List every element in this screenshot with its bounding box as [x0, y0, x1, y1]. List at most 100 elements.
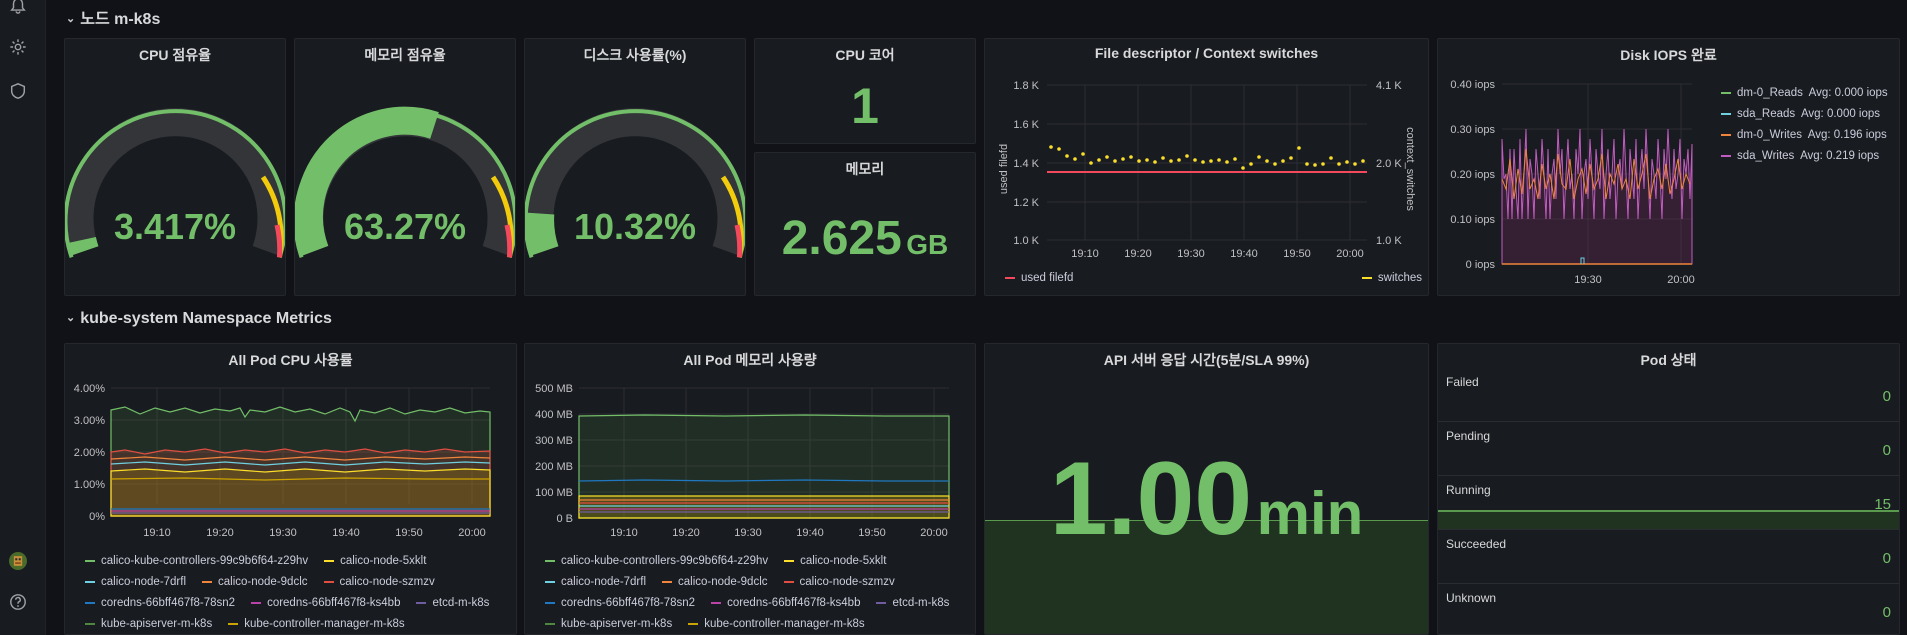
legend-item[interactable]: kube-apiserver-m-k8s — [545, 614, 673, 634]
iops-y-tick: 0.20 iops — [1450, 169, 1495, 181]
podcpu-x-tick: 20:00 — [458, 527, 486, 539]
legend-item[interactable]: calico-node-5xklt — [324, 551, 426, 572]
panel-title: API 서버 응답 시간(5분/SLA 99%) — [1103, 352, 1310, 368]
iops-x-tick: 19:30 — [1574, 274, 1602, 286]
legend-label: kube-apiserver-m-k8s — [101, 618, 213, 630]
memory-total-stat: 2.625 GB — [755, 211, 975, 266]
legend-swatch — [1005, 276, 1015, 279]
pod-status-label: Unknown — [1446, 591, 1497, 605]
sidebar — [0, 0, 46, 635]
podcpu-x-tick: 19:50 — [395, 527, 423, 539]
pod-status-panel[interactable]: Pod 상태 Failed 0 Pending 0 Running 15 Suc… — [1437, 343, 1900, 635]
podmem-y-tick: 0 B — [556, 513, 573, 525]
api-latency-value: 1.00 — [1049, 441, 1253, 557]
legend-item[interactable]: coredns-66bff467f8-78sn2 — [85, 593, 235, 614]
fd-left-tick: 1.4 K — [1013, 158, 1039, 170]
legend-label: kube-controller-manager-m-k8s — [704, 618, 865, 630]
bell-icon[interactable] — [8, 0, 28, 16]
api-latency-stat: 1.00 min — [985, 444, 1428, 554]
legend-avg: Avg: 0.000 iops — [1800, 108, 1881, 120]
running-sparkline — [1438, 510, 1899, 529]
legend-item[interactable]: coredns-66bff467f8-78sn2 — [545, 593, 695, 614]
pod-status-label: Failed — [1446, 375, 1479, 389]
fd-context-panel[interactable]: File descriptor / Context switches 1.8 K… — [984, 38, 1429, 296]
fd-legend-switches[interactable]: switches — [1361, 272, 1422, 284]
iops-legend: dm-0_Reads Avg: 0.000 iops sda_Reads Avg… — [1721, 83, 1888, 167]
legend-item[interactable]: coredns-66bff467f8-ks4bb — [251, 593, 400, 614]
memory-total-panel[interactable]: 메모리 2.625 GB — [754, 152, 976, 296]
podcpu-y-tick: 1.00% — [74, 479, 105, 491]
podmem-x-tick: 19:30 — [734, 527, 762, 539]
pod-status-value: 0 — [1882, 604, 1891, 621]
legend-item[interactable]: sda_Writes Avg: 0.219 iops — [1721, 146, 1888, 167]
legend-item[interactable]: calico-node-szmzv — [783, 572, 895, 593]
panel-title: CPU 코어 — [835, 47, 895, 63]
legend-swatch — [1721, 112, 1731, 115]
legend-item[interactable]: calico-node-9dclc — [202, 572, 308, 593]
legend-item[interactable]: calico-node-7drfl — [545, 572, 646, 593]
legend-label: calico-node-7drfl — [561, 576, 647, 588]
legend-item[interactable]: coredns-66bff467f8-ks4bb — [711, 593, 860, 614]
legend-item[interactable]: kube-controller-manager-m-k8s — [688, 614, 865, 634]
legend-label: calico-node-9dclc — [678, 576, 768, 588]
pod-status-label: Pending — [1446, 429, 1491, 443]
legend-item[interactable]: kube-controller-manager-m-k8s — [228, 614, 405, 634]
legend-label: kube-apiserver-m-k8s — [561, 618, 673, 630]
cpu-cores-value: 1 — [851, 78, 879, 134]
cpu-usage-panel[interactable]: CPU 점유율 3.417% — [64, 38, 286, 296]
pod-cpu-legend: calico-kube-controllers-99c9b6f64-z29hv c… — [85, 551, 505, 634]
shield-icon[interactable] — [8, 81, 28, 101]
pod-status-label: Running — [1446, 483, 1491, 497]
legend-item[interactable]: calico-kube-controllers-99c9b6f64-z29hv — [85, 551, 308, 572]
memory-usage-value: 63.27% — [343, 206, 467, 247]
legend-item[interactable]: calico-node-szmzv — [323, 572, 435, 593]
fd-left-tick: 1.8 K — [1013, 80, 1039, 92]
podmem-y-tick: 400 MB — [535, 409, 573, 421]
legend-label: coredns-66bff467f8-78sn2 — [561, 597, 696, 609]
legend-label: used filefd — [1021, 272, 1074, 284]
memory-total-unit: GB — [906, 229, 949, 260]
legend-label: switches — [1377, 272, 1422, 284]
row-node[interactable]: ⌄ 노드 m-k8s — [66, 5, 160, 29]
podmem-y-tick: 200 MB — [535, 461, 573, 473]
legend-item[interactable]: etcd-m-k8s — [416, 593, 489, 614]
podcpu-x-tick: 19:20 — [206, 527, 234, 539]
legend-item[interactable]: calico-node-5xklt — [784, 551, 886, 572]
avatar[interactable] — [5, 548, 31, 574]
legend-item[interactable]: dm-0_Reads Avg: 0.000 iops — [1721, 83, 1888, 104]
legend-item[interactable]: kube-apiserver-m-k8s — [85, 614, 213, 634]
legend-label: sda_Writes — [1737, 150, 1795, 162]
api-latency-panel[interactable]: API 서버 응답 시간(5분/SLA 99%) 1.00 min — [984, 343, 1429, 635]
panel-title: 메모리 — [845, 161, 885, 177]
legend-label: coredns-66bff467f8-ks4bb — [727, 597, 861, 609]
pod-cpu-panel[interactable]: All Pod CPU 사용률 4.00% 3.00% 2.00% 1.00% … — [64, 343, 517, 635]
legend-item[interactable]: calico-node-7drfl — [85, 572, 186, 593]
disk-iops-panel[interactable]: Disk IOPS 완료 0.40 iops 0.30 iops 0.20 io… — [1437, 38, 1900, 296]
legend-item[interactable]: calico-kube-controllers-99c9b6f64-z29hv — [545, 551, 768, 572]
fd-x-tick: 19:10 — [1071, 248, 1099, 260]
legend-item[interactable]: dm-0_Writes Avg: 0.196 iops — [1721, 125, 1888, 146]
legend-swatch — [1721, 154, 1731, 157]
legend-item[interactable]: calico-node-9dclc — [662, 572, 768, 593]
legend-item[interactable]: sda_Reads Avg: 0.000 iops — [1721, 104, 1888, 125]
legend-label: calico-node-9dclc — [218, 576, 308, 588]
legend-swatch — [1361, 276, 1372, 279]
pod-memory-panel[interactable]: All Pod 메모리 사용량 500 MB 400 MB 300 MB 200… — [524, 343, 976, 635]
podmem-x-tick: 19:10 — [610, 527, 638, 539]
fd-left-axis-label: used filefd — [998, 144, 1010, 194]
gear-icon[interactable] — [8, 37, 28, 57]
iops-chart: 0.40 iops 0.30 iops 0.20 iops 0.10 iops … — [1450, 79, 1694, 286]
fd-legend-used[interactable]: used filefd — [1005, 272, 1073, 284]
disk-usage-panel[interactable]: 디스크 사용률(%) 10.32% — [524, 38, 746, 296]
fd-left-tick: 1.6 K — [1013, 119, 1039, 131]
iops-y-tick: 0.30 iops — [1450, 124, 1495, 136]
help-icon[interactable] — [8, 592, 28, 612]
row-kube-system[interactable]: ⌄ kube-system Namespace Metrics — [66, 310, 332, 328]
sda-writes-series — [1501, 128, 1693, 265]
disk-usage-value: 10.32% — [573, 206, 697, 247]
fd-x-tick: 19:20 — [1124, 248, 1152, 260]
legend-item[interactable]: etcd-m-k8s — [876, 593, 949, 614]
cpu-cores-panel[interactable]: CPU 코어 1 — [754, 38, 976, 144]
pod-status-row: Pending 0 — [1438, 422, 1899, 476]
memory-usage-panel[interactable]: 메모리 점유율 63.27% — [294, 38, 516, 296]
